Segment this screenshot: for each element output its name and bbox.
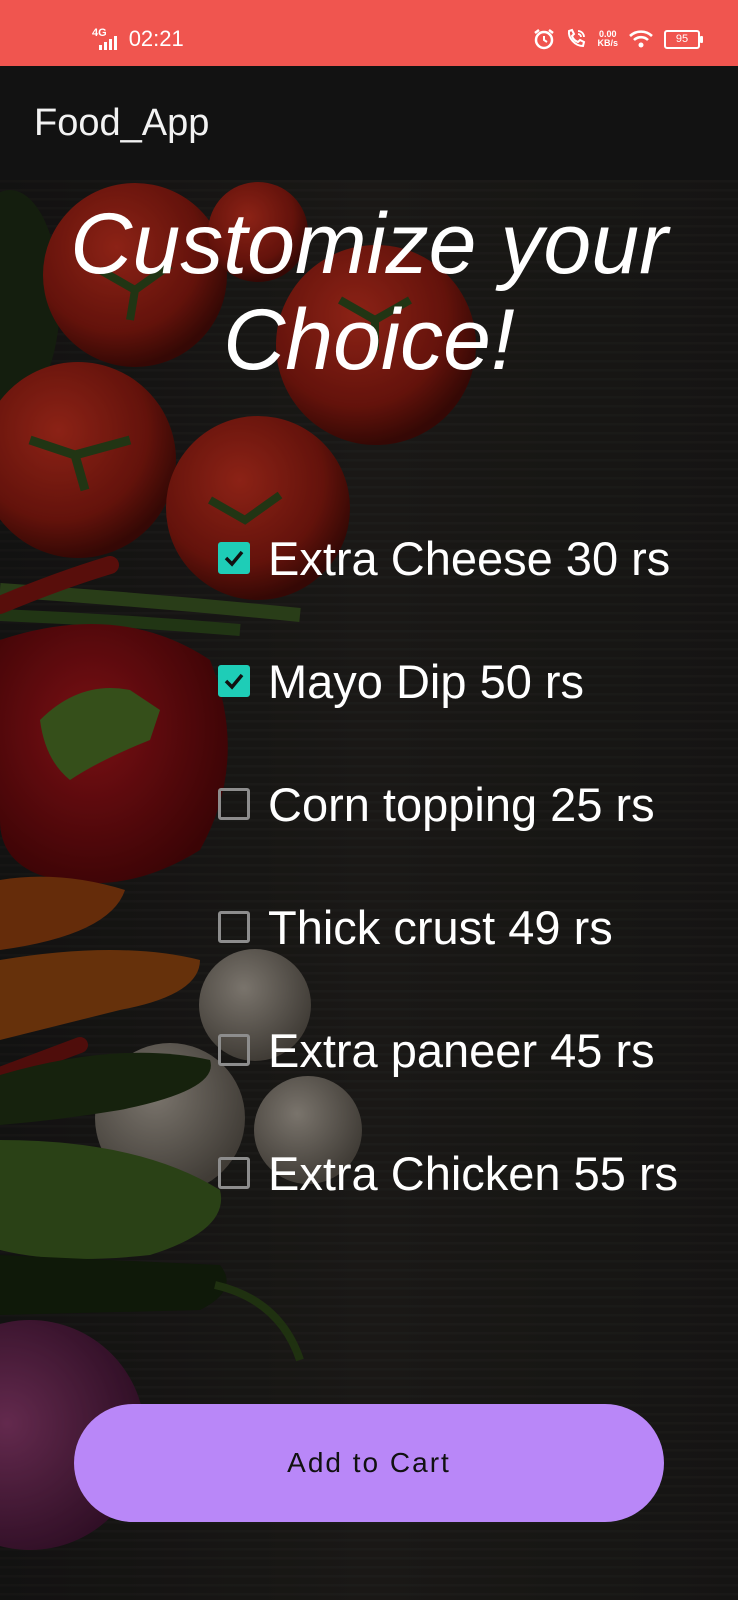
checkmark-icon [224,673,244,690]
option-extra-chicken[interactable]: Extra Chicken 55 rs [218,1143,678,1203]
battery-level: 95 [675,32,689,45]
checkmark-icon [224,550,244,567]
option-corn-topping[interactable]: Corn topping 25 rs [218,774,655,834]
network-speed: 0.00 KB/s [597,30,618,48]
checkbox[interactable] [218,542,250,574]
alarm-icon [534,29,555,50]
option-label: Mayo Dip 50 rs [268,654,585,708]
option-label: Extra paneer 45 rs [268,1023,655,1077]
app-title: Food_App [34,102,210,144]
checkbox[interactable] [218,788,250,820]
signal-icon [98,36,117,50]
vegetables-illustration [0,180,738,1600]
option-label: Extra Chicken 55 rs [268,1146,679,1200]
wifi-icon [629,30,653,48]
option-label: Thick crust 49 rs [268,900,613,954]
option-label: Extra Cheese 30 rs [268,531,671,585]
status-right: 0.00 KB/s 95 [533,28,703,50]
background-image [0,180,738,1600]
app-bar: Food_App [0,66,738,180]
page-headline: Customize your Choice! [70,196,668,388]
option-thick-crust[interactable]: Thick crust 49 rs [218,897,613,957]
option-extra-cheese[interactable]: Extra Cheese 30 rs [218,528,670,588]
status-left: 4G 02:21 [92,26,184,52]
checkbox[interactable] [218,1157,250,1189]
call-icon [568,28,586,48]
speed-unit: KB/s [597,38,618,48]
clock: 02:21 [128,26,184,51]
checkbox[interactable] [218,911,250,943]
checkbox[interactable] [218,665,250,697]
checkbox[interactable] [218,1034,250,1066]
battery-icon: 95 [664,29,703,49]
option-extra-paneer[interactable]: Extra paneer 45 rs [218,1020,655,1080]
option-mayo-dip[interactable]: Mayo Dip 50 rs [218,651,584,711]
status-bar: 4G 02:21 0.00 KB/s 95 [0,0,738,66]
option-label: Corn topping 25 rs [268,777,655,831]
add-to-cart-button[interactable]: Add to Cart [74,1404,664,1522]
